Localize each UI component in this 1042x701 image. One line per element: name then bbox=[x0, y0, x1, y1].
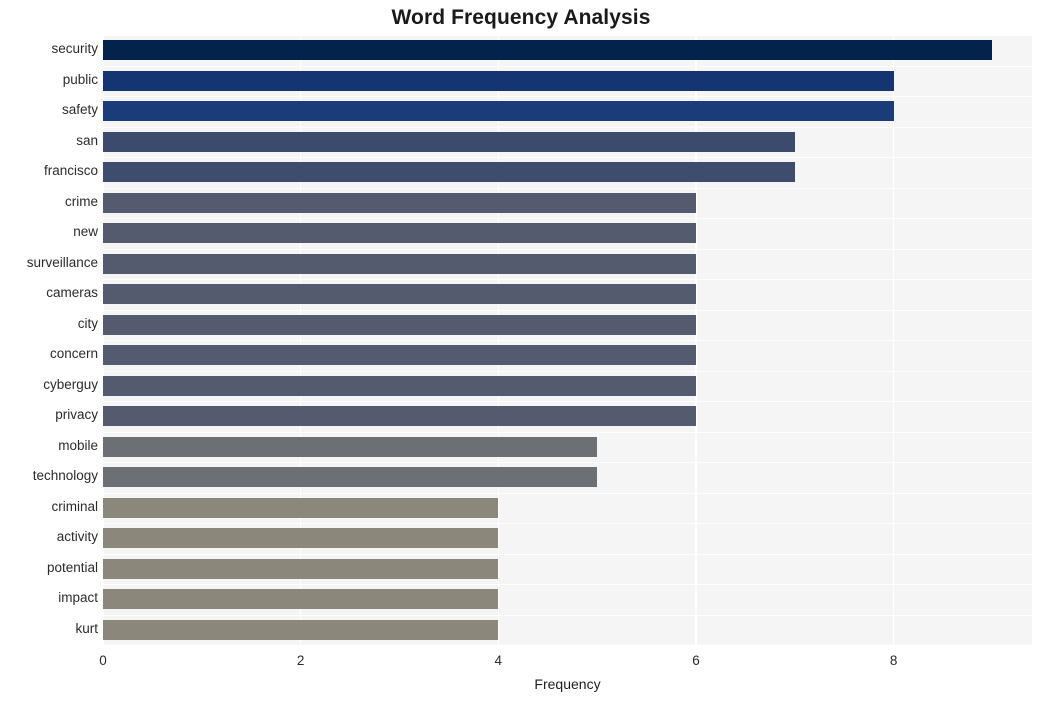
y-axis-tick-label: concern bbox=[49, 346, 98, 362]
gridline-horizontal bbox=[103, 218, 1032, 220]
gridline-horizontal bbox=[103, 96, 1032, 98]
chart-title: Word Frequency Analysis bbox=[391, 6, 651, 29]
y-axis-tick-label: privacy bbox=[55, 407, 98, 423]
y-axis-tick-labels: security public safety san francisco crime new… bbox=[0, 35, 98, 645]
bar[interactable] bbox=[103, 558, 499, 579]
bar[interactable] bbox=[103, 497, 499, 518]
gridline-horizontal bbox=[103, 157, 1032, 159]
y-axis-tick-label: safety bbox=[61, 102, 98, 118]
bar[interactable] bbox=[103, 314, 696, 335]
gridline-horizontal bbox=[103, 431, 1032, 433]
bar[interactable] bbox=[103, 223, 696, 244]
bar[interactable] bbox=[103, 436, 598, 457]
bar[interactable] bbox=[103, 284, 696, 305]
y-axis-tick-label: security bbox=[51, 41, 98, 57]
bar[interactable] bbox=[103, 101, 894, 122]
y-axis-tick-label: cyberguy bbox=[43, 376, 98, 392]
gridline-horizontal bbox=[103, 279, 1032, 281]
bar[interactable] bbox=[103, 375, 696, 396]
bar[interactable] bbox=[103, 528, 499, 549]
bar[interactable] bbox=[103, 619, 499, 640]
x-axis-tick-label: 8 bbox=[889, 653, 898, 668]
chart-figure: Word Frequency Analysis security public sa… bbox=[0, 0, 1042, 701]
x-axis-tick-label: 0 bbox=[99, 653, 107, 668]
bar[interactable] bbox=[103, 131, 795, 152]
y-axis-tick-label: city bbox=[77, 315, 98, 331]
y-axis-tick-label: technology bbox=[32, 468, 98, 484]
gridline-horizontal bbox=[103, 340, 1032, 342]
y-axis-tick-label: public bbox=[62, 71, 98, 87]
bar[interactable] bbox=[103, 253, 696, 274]
x-axis-tick-label: 6 bbox=[692, 653, 700, 668]
y-axis-tick-label: francisco bbox=[43, 163, 98, 179]
gridline-horizontal bbox=[103, 65, 1032, 67]
y-axis-tick-label: cameras bbox=[46, 285, 98, 301]
y-axis-tick-label: crime bbox=[65, 193, 98, 209]
bar[interactable] bbox=[103, 467, 598, 488]
y-axis-tick-label: mobile bbox=[58, 437, 98, 453]
gridline-horizontal bbox=[103, 523, 1032, 525]
plot-area bbox=[103, 35, 1032, 645]
gridline-horizontal bbox=[103, 584, 1032, 586]
x-axis: 0 2 4 6 8 Frequency bbox=[0, 645, 1042, 701]
x-axis-tick-label: 4 bbox=[494, 653, 503, 668]
gridline-horizontal bbox=[103, 462, 1032, 464]
bar[interactable] bbox=[103, 406, 696, 427]
gridline-horizontal bbox=[103, 187, 1032, 189]
y-axis-tick-label: new bbox=[73, 224, 98, 240]
y-axis-tick-label: san bbox=[76, 132, 98, 148]
gridline-horizontal bbox=[103, 401, 1032, 403]
gridline-horizontal bbox=[103, 370, 1032, 372]
bar[interactable] bbox=[103, 345, 696, 366]
x-axis-label: Frequency bbox=[534, 676, 601, 692]
gridline-horizontal bbox=[103, 35, 1032, 37]
gridline-horizontal bbox=[103, 248, 1032, 250]
y-axis-tick-label: surveillance bbox=[26, 254, 98, 270]
y-axis-tick-label: impact bbox=[58, 590, 98, 606]
gridline-horizontal bbox=[103, 614, 1032, 616]
gridline-horizontal bbox=[103, 309, 1032, 311]
gridline-horizontal bbox=[103, 492, 1032, 494]
bar[interactable] bbox=[103, 162, 795, 183]
bar[interactable] bbox=[103, 589, 499, 610]
y-axis-tick-label: criminal bbox=[51, 498, 98, 514]
bar[interactable] bbox=[103, 70, 894, 91]
x-axis-tick-label: 2 bbox=[296, 653, 305, 668]
y-axis-tick-label: potential bbox=[46, 559, 98, 575]
gridline-horizontal bbox=[103, 553, 1032, 555]
gridline-horizontal bbox=[103, 126, 1032, 128]
bar[interactable] bbox=[103, 40, 993, 61]
y-axis-tick-label: kurt bbox=[75, 620, 98, 636]
bar[interactable] bbox=[103, 192, 696, 213]
y-axis-tick-label: activity bbox=[56, 529, 98, 545]
